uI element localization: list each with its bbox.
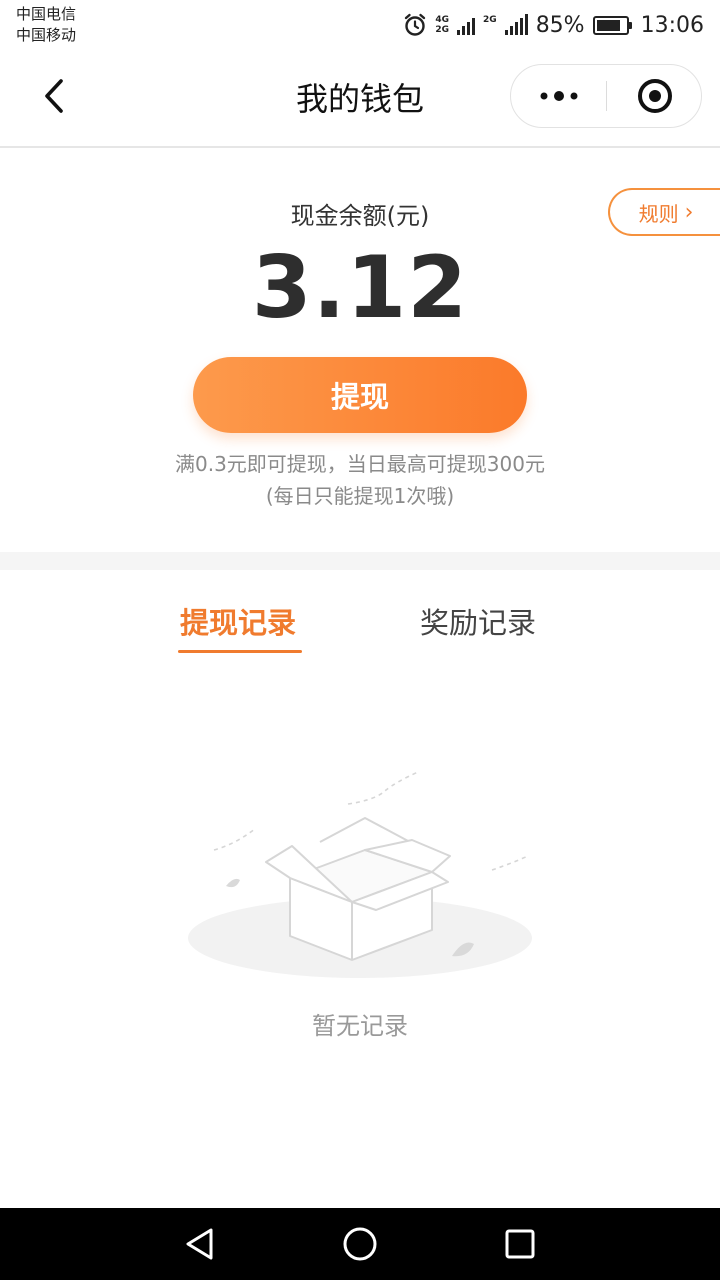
android-recents-button[interactable]	[500, 1224, 540, 1264]
status-bar: 中国电信 中国移动 4G 2G 2G 85% 13:06	[0, 0, 720, 50]
carrier-2: 中国移动	[16, 26, 77, 44]
carrier-info: 中国电信 中国移动	[16, 4, 76, 46]
wallet-screen: 中国电信 中国移动 4G 2G 2G 85% 13:06 我的钱包 规则 › 现…	[0, 0, 720, 1280]
mini-program-capsule	[510, 64, 702, 128]
record-tabs: 提现记录 奖励记录	[0, 570, 720, 660]
status-icons: 4G 2G 2G 85% 13:06	[403, 8, 704, 42]
balance-card: 规则 › 现金余额(元) 3.12 提现 满0.3元即可提现，当日最高可提现30…	[0, 150, 720, 552]
android-home-button[interactable]	[340, 1224, 380, 1264]
section-divider	[0, 552, 720, 570]
network-type-1: 4G 2G	[435, 15, 449, 35]
active-tab-indicator	[178, 650, 302, 653]
withdraw-hint-line-1: 满0.3元即可提现，当日最高可提现300元	[175, 452, 545, 476]
carrier-1: 中国电信	[16, 5, 77, 23]
withdraw-hint: 满0.3元即可提现，当日最高可提现300元 (每日只能提现1次哦)	[0, 448, 720, 512]
android-back-button[interactable]	[180, 1224, 220, 1264]
empty-state-text: 暂无记录	[312, 1012, 408, 1040]
circle-home-icon	[343, 1227, 377, 1261]
withdraw-hint-line-2: (每日只能提现1次哦)	[265, 484, 455, 508]
empty-box-icon	[188, 771, 532, 978]
more-button[interactable]	[511, 65, 606, 127]
empty-state: 暂无记录	[0, 760, 720, 1050]
network-type-1-bottom: 2G	[435, 25, 450, 35]
tab-withdraw-records[interactable]: 提现记录	[180, 600, 296, 642]
alarm-icon	[405, 13, 426, 36]
signal-1-icon	[457, 15, 476, 35]
network-type-2: 2G	[483, 15, 497, 35]
nav-bar: 我的钱包	[0, 50, 720, 148]
more-dots-icon	[540, 91, 577, 101]
tab-reward-records[interactable]: 奖励记录	[420, 600, 536, 642]
balance-amount: 3.12	[251, 238, 469, 338]
clock: 13:06	[640, 12, 704, 38]
withdraw-button[interactable]: 提现	[193, 357, 527, 433]
network-type-2-label: 2G	[483, 15, 497, 25]
square-recents-icon	[505, 1229, 535, 1259]
close-button[interactable]	[607, 65, 702, 127]
signal-2-icon	[504, 14, 528, 35]
battery-percent: 85%	[535, 12, 585, 38]
android-nav-bar	[0, 1208, 720, 1280]
triangle-back-icon	[186, 1228, 213, 1260]
network-type-1-top: 4G	[435, 15, 450, 25]
battery-fill	[596, 19, 621, 31]
balance-label: 现金余额(元)	[290, 202, 430, 230]
battery-icon	[592, 15, 632, 35]
target-circle-icon	[637, 79, 672, 113]
